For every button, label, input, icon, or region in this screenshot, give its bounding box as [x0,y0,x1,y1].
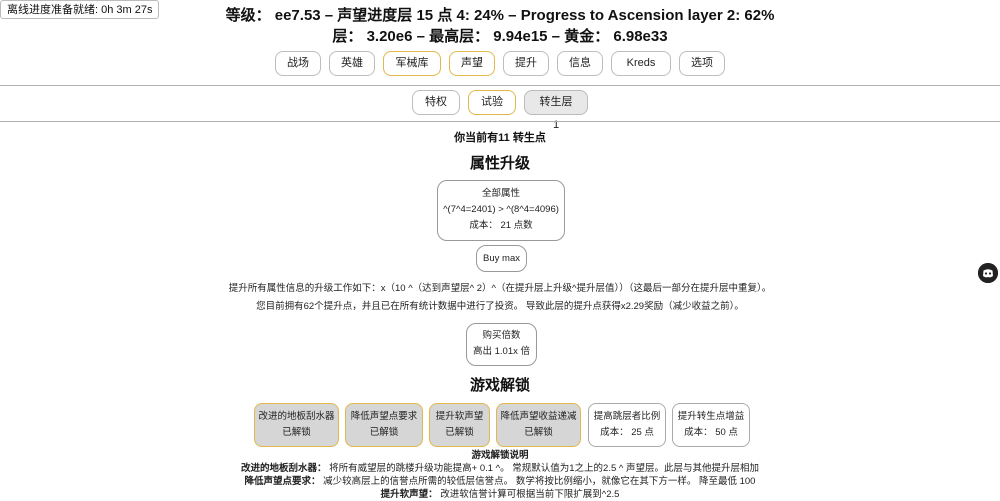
tab-heroes[interactable]: 英雄 [329,51,375,76]
unlock-title: 提升软声望 [435,411,484,422]
all-stats-upgrade[interactable]: 全部属性 ^(7^4=2401) > ^(8^4=4096) 成本： 21 点数 [437,180,565,241]
unlock-title: 改进的地板刮水器 [258,411,335,422]
buy-multiplier-value: 高出 1.01x 倍 [472,346,531,357]
tab-prestige[interactable]: 声望 [449,51,495,76]
discord-icon[interactable] [978,263,998,283]
sub-tabs: 特权 试验 转生层 1 [0,90,1000,131]
unlock-status: 已解锁 [282,427,311,438]
points-description: 您目前拥有62个提升点，并且已在所有统计数据中进行了投资。 导致此层的提升点获得… [256,301,744,312]
explain-name: 提升软声望： [380,489,438,500]
unlock-explain-title: 游戏解锁说明 [471,450,529,461]
tab-perks[interactable]: 特权 [412,90,460,115]
buy-max-button[interactable]: Buy max [476,245,527,272]
unlock-title: 降低声望点要求 [350,411,418,422]
unlock-status: 已解锁 [445,427,474,438]
unlock-title: 提升转生点增益 [677,411,745,422]
explain-name: 降低声望点要求： [244,476,321,487]
unlock-title: 降低声望收益递减 [500,411,577,422]
tab-ascension-layer-1[interactable]: 转生层 1 [524,90,588,131]
tab-options[interactable]: 选项 [679,51,725,76]
explain-lower-prestige-req: 降低声望点要求： 减少较高层上的信誉点所需的较低层信誉点。 数学将按比例缩小，就… [0,475,1000,489]
floor-stats: 层： 3.20e6 – 最高层： 9.94e15 – 黄金： 6.98e33 [332,28,668,45]
buy-multiplier-button[interactable]: 购买倍数 高出 1.01x 倍 [466,323,537,366]
unlock-status: 已解锁 [369,427,399,438]
unlock-title: 提高跳层者比例 [593,411,661,422]
unlock-status: 成本： 25 点 [600,427,654,438]
main-tabs: 战场 英雄 军械库 声望 提升 信息 Kreds 选项 [0,51,1000,76]
unlock-reduce-diminishing[interactable]: 降低声望收益递减 已解锁 [496,403,581,447]
unlock-floor-wiper[interactable]: 改进的地板刮水器 已解锁 [254,403,339,447]
explain-soft-prestige: 提升软声望： 改进软信誉计算可根据当前下限扩展到^2.5 [0,488,1000,501]
level-stats: 等级： ee7.53 – 声望进度层 15 点 4: 24% – Progres… [225,7,775,24]
explain-name: 改进的地板刮水器： [240,463,327,474]
all-stats-cost: 成本： 21 点数 [469,220,533,231]
explain-text: 将所有威望层的跳楼升级功能提高+ 0.1 ^。 常规默认值为1之上的2.5 ^ … [326,463,759,474]
attr-upgrade-title: 属性升级 [469,155,530,172]
upgrade-description: 提升所有属性信息的升级工作如下：x（10 ^（达到声望层^ 2）^（在提升层上升… [228,283,772,294]
explain-text: 减少较高层上的信誉点所需的较低层信誉点。 数学将按比例缩小，就像它在其下方一样。… [320,476,756,487]
unlock-ascension-gain[interactable]: 提升转生点增益 成本： 50 点 [672,403,750,447]
tab-armory[interactable]: 军械库 [383,51,441,76]
tab-kreds[interactable]: Kreds [611,51,671,76]
tab-info[interactable]: 信息 [557,51,603,76]
unlock-status: 成本： 50 点 [684,427,738,438]
divider-bottom [0,121,1000,122]
explain-floor-wiper: 改进的地板刮水器： 将所有威望层的跳楼升级功能提高+ 0.1 ^。 常规默认值为… [0,462,1000,476]
buy-multiplier-title: 购买倍数 [482,330,521,341]
unlock-skipper-ratio[interactable]: 提高跳层者比例 成本： 25 点 [588,403,666,447]
tab-ascension[interactable]: 提升 [503,51,549,76]
tab-trials[interactable]: 试验 [468,90,516,115]
game-unlocks-title: 游戏解锁 [469,377,530,394]
tab-battle[interactable]: 战场 [275,51,321,76]
unlock-soft-prestige[interactable]: 提升软声望 已解锁 [429,403,490,447]
ascension-points: 你当前有11 转生点 [454,132,546,144]
all-stats-title: 全部属性 [481,188,520,199]
explain-text: 改进软信誉计算可根据当前下限扩展到^2.5 [437,489,620,500]
unlock-lower-prestige-req[interactable]: 降低声望点要求 已解锁 [345,403,423,447]
divider-top [0,85,1000,86]
unlock-status: 已解锁 [524,427,553,438]
all-stats-formula: ^(7^4=2401) > ^(8^4=4096) [443,204,559,215]
